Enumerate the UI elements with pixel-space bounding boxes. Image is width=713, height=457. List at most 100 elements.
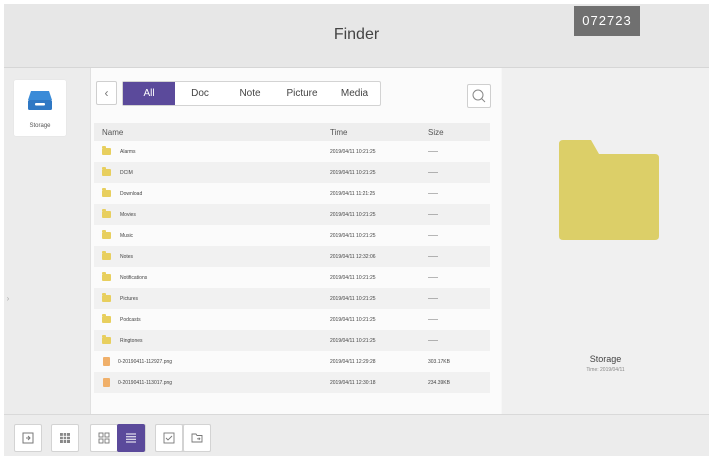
- collapse-left-arrow-icon[interactable]: ›: [5, 293, 11, 305]
- file-name: Podcasts: [120, 316, 141, 323]
- table-row[interactable]: 0-20190411-113017.png 2019/04/11 12:30:1…: [94, 372, 490, 393]
- file-size: ——: [428, 190, 438, 197]
- file-size: ——: [428, 295, 438, 302]
- file-size: 303.17KB: [428, 358, 450, 365]
- file-time: 2019/04/11 10:21:25: [330, 295, 376, 302]
- column-header-time[interactable]: Time: [330, 123, 347, 141]
- folder-icon: [102, 251, 111, 260]
- image-file-icon: [103, 378, 110, 387]
- file-size: ——: [428, 316, 438, 323]
- preview-name: Storage: [589, 354, 622, 364]
- finder-window: Finder 072723 Storage › ‹ ‹ All Doc Note…: [4, 4, 709, 456]
- sidebar-item-label: Storage: [29, 123, 51, 129]
- storage-icon: [27, 89, 53, 116]
- table-row[interactable]: Music 2019/04/11 10:21:25 ——: [94, 225, 490, 246]
- select-check-icon: [163, 432, 175, 444]
- file-name: Music: [120, 232, 134, 239]
- tab-picture[interactable]: Picture: [275, 82, 329, 105]
- table-row[interactable]: DCIM 2019/04/11 10:21:25 ——: [94, 162, 490, 183]
- file-time: 2019/04/11 12:30:18: [330, 379, 376, 386]
- file-name: Ringtones: [120, 337, 143, 344]
- exit-icon: [22, 432, 34, 444]
- file-name: Notes: [120, 253, 134, 260]
- file-time: 2019/04/11 10:21:25: [330, 274, 376, 281]
- file-name: Notifications: [120, 274, 148, 281]
- file-time: 2019/04/11 10:21:25: [330, 169, 376, 176]
- table-row[interactable]: Alarms 2019/04/11 10:21:25 ——: [94, 141, 490, 162]
- file-time: 2019/04/11 10:21:25: [330, 211, 376, 218]
- list-view-icon: [126, 433, 136, 443]
- folder-icon: [102, 293, 111, 302]
- grid-view-icon: [98, 432, 110, 444]
- file-name: 0-20190411-113017.png: [118, 379, 173, 386]
- file-time: 2019/04/11 12:32:06: [330, 253, 376, 260]
- grid-small-button[interactable]: [51, 424, 79, 452]
- move-to-button[interactable]: [183, 424, 211, 452]
- code-badge: 072723: [574, 6, 640, 36]
- file-time: 2019/04/11 10:21:25: [330, 316, 376, 323]
- table-row[interactable]: 0-20190411-112927.png 2019/04/11 12:29:2…: [94, 351, 490, 372]
- table-row[interactable]: Notifications 2019/04/11 10:21:25 ——: [94, 267, 490, 288]
- file-name: Pictures: [120, 295, 139, 302]
- tab-all[interactable]: All: [123, 82, 175, 105]
- file-size: ——: [428, 211, 438, 218]
- list-view-button[interactable]: [117, 424, 145, 452]
- file-size: ——: [428, 169, 438, 176]
- file-name: 0-20190411-112927.png: [118, 358, 173, 365]
- file-name: Download: [120, 190, 143, 197]
- table-row[interactable]: Ringtones 2019/04/11 10:21:25 ——: [94, 330, 490, 351]
- select-button[interactable]: [155, 424, 183, 452]
- file-time: 2019/04/11 12:29:28: [330, 358, 376, 365]
- file-list: Alarms 2019/04/11 10:21:25 —— DCIM 2019/…: [94, 141, 490, 393]
- file-time: 2019/04/11 10:21:25: [330, 232, 376, 239]
- folder-icon: [102, 314, 111, 323]
- preview-time: Time: 2019/04/11: [586, 367, 625, 373]
- folder-icon: [102, 167, 111, 176]
- file-size: ——: [428, 253, 438, 260]
- folder-icon: [102, 209, 111, 218]
- sidebar: Storage: [4, 68, 91, 414]
- table-row[interactable]: Download 2019/04/11 11:21:25 ——: [94, 183, 490, 204]
- file-name: Movies: [120, 211, 136, 218]
- title-bar: Finder 072723: [4, 4, 709, 68]
- move-to-icon: [191, 433, 203, 443]
- file-browser: ‹ All Doc Note Picture Media Name Time S…: [91, 68, 501, 414]
- bottom-toolbar: [4, 414, 709, 456]
- folder-icon: [102, 272, 111, 281]
- tab-media[interactable]: Media: [329, 82, 380, 105]
- search-icon: [472, 89, 486, 103]
- folder-icon: [102, 230, 111, 239]
- file-name: Alarms: [120, 148, 136, 155]
- search-button[interactable]: [467, 84, 491, 108]
- folder-icon: [102, 335, 111, 344]
- table-row[interactable]: Podcasts 2019/04/11 10:21:25 ——: [94, 309, 490, 330]
- file-time: 2019/04/11 10:21:25: [330, 148, 376, 155]
- folder-icon: [102, 146, 111, 155]
- grid-view-button[interactable]: [90, 424, 118, 452]
- exit-button[interactable]: [14, 424, 42, 452]
- folder-preview-icon: [559, 140, 659, 240]
- image-file-icon: [103, 357, 110, 366]
- chevron-left-icon: ‹: [104, 86, 109, 100]
- file-size: ——: [428, 337, 438, 344]
- grid-small-icon: [60, 433, 70, 443]
- tab-note[interactable]: Note: [225, 82, 275, 105]
- file-size: ——: [428, 274, 438, 281]
- table-row[interactable]: Notes 2019/04/11 12:32:06 ——: [94, 246, 490, 267]
- preview-pane: Storage Time: 2019/04/11: [502, 68, 709, 414]
- table-row[interactable]: Pictures 2019/04/11 10:21:25 ——: [94, 288, 490, 309]
- folder-icon: [102, 188, 111, 197]
- back-button[interactable]: ‹: [96, 81, 117, 105]
- tab-doc[interactable]: Doc: [175, 82, 225, 105]
- sidebar-item-storage[interactable]: Storage: [14, 80, 66, 136]
- table-row[interactable]: Movies 2019/04/11 10:21:25 ——: [94, 204, 490, 225]
- file-size: ——: [428, 148, 438, 155]
- category-tabs: All Doc Note Picture Media: [122, 81, 381, 106]
- file-name: DCIM: [120, 169, 133, 176]
- file-list-header: Name Time Size: [94, 123, 490, 141]
- file-time: 2019/04/11 10:21:25: [330, 337, 376, 344]
- column-header-size[interactable]: Size: [428, 123, 444, 141]
- file-size: 234.39KB: [428, 379, 450, 386]
- column-header-name[interactable]: Name: [102, 123, 123, 141]
- file-time: 2019/04/11 11:21:25: [330, 190, 376, 197]
